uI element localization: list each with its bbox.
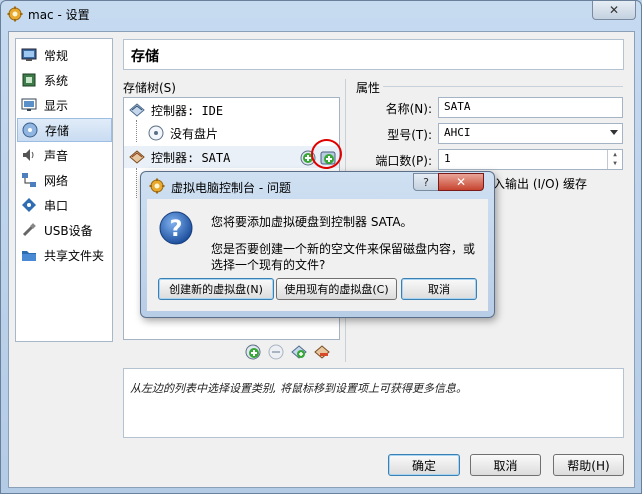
sidebar-item-label: 存储 xyxy=(45,123,70,138)
dialog-title: 虚拟电脑控制台 - 问题 xyxy=(171,181,291,195)
dialog-close-button[interactable]: ✕ xyxy=(438,173,484,191)
attributes-divider xyxy=(383,86,623,87)
storage-tree-toolbar xyxy=(244,343,336,363)
sidebar-item-serial-port[interactable]: 串口 xyxy=(17,193,112,217)
dialog-message-secondary: 您是否要创建一个新的空文件来保留磁盘内容，或选择一个现有的文件? xyxy=(211,242,476,272)
attributes-label: 属性 xyxy=(356,81,381,95)
ports-spinbox-value: 1 xyxy=(444,152,451,165)
question-icon: ? xyxy=(159,211,193,245)
remove-controller-button[interactable] xyxy=(313,343,331,361)
dialog-message-primary: 您将要添加虚拟硬盘到控制器 SATA。 xyxy=(211,215,413,229)
window-title: mac - 设置 xyxy=(28,8,90,22)
ok-button[interactable]: 确定 xyxy=(388,454,460,476)
page-header: 存储 xyxy=(123,39,624,70)
info-panel: 从左边的列表中选择设置类别, 将鼠标移到设置项上可获得更多信息。 xyxy=(123,368,624,438)
storage-tree-label: 存储树(S) xyxy=(123,81,176,95)
spin-down-icon[interactable]: ▼ xyxy=(608,159,622,168)
gear-icon xyxy=(7,6,23,22)
remove-attachment-button[interactable] xyxy=(267,343,285,361)
sidebar-item-audio[interactable]: 声音 xyxy=(17,143,112,167)
storage-icon xyxy=(21,121,39,139)
tree-connector xyxy=(136,168,137,198)
audio-icon xyxy=(20,146,38,164)
sata-controller-icon xyxy=(129,149,145,165)
network-icon xyxy=(20,171,38,189)
name-label: 名称(N): xyxy=(385,102,432,116)
type-select[interactable]: AHCI xyxy=(438,123,623,144)
ok-button-label: 确定 xyxy=(411,458,436,473)
ports-spin-buttons[interactable]: ▲ ▼ xyxy=(607,150,622,169)
sidebar-item-label: USB设备 xyxy=(44,223,93,238)
help-button-label: 帮助(H) xyxy=(567,458,610,473)
use-existing-disk-button-label: 使用现有的虚拟盘(C) xyxy=(284,283,389,296)
sidebar-item-network[interactable]: 网络 xyxy=(17,168,112,192)
sidebar-item-label: 网络 xyxy=(44,173,69,188)
serial-port-icon xyxy=(20,196,38,214)
ide-controller-icon xyxy=(129,102,145,118)
remove-attachment-icon xyxy=(268,344,284,360)
dialog-help-button[interactable]: ? xyxy=(413,173,439,191)
tree-item-ide-controller[interactable]: 控制器: IDE xyxy=(124,99,339,121)
use-existing-disk-button[interactable]: 使用现有的虚拟盘(C) xyxy=(276,278,397,300)
tree-item-label: 控制器: SATA xyxy=(151,150,231,165)
window-close-button[interactable]: ✕ xyxy=(592,1,636,20)
dialog-cancel-button[interactable]: 取消 xyxy=(401,278,477,300)
sidebar-item-general[interactable]: 常规 xyxy=(17,43,112,67)
sidebar-item-label: 共享文件夹 xyxy=(44,248,105,263)
cancel-button[interactable]: 取消 xyxy=(470,454,541,476)
create-new-disk-button-label: 创建新的虚拟盘(N) xyxy=(169,283,263,296)
ports-spinbox[interactable]: 1 ▲ ▼ xyxy=(438,149,623,170)
ports-label: 端口数(P): xyxy=(375,154,432,168)
system-icon xyxy=(20,71,38,89)
settings-category-list: 常规 系统 显示 存储 声音 网络 串口 USB设备 共享文件夹 xyxy=(15,38,113,342)
shared-folder-icon xyxy=(20,246,38,264)
sidebar-item-storage[interactable]: 存储 xyxy=(17,118,112,142)
title-bar[interactable]: mac - 设置 ✕ xyxy=(1,1,641,27)
type-select-value: AHCI xyxy=(444,126,471,139)
name-field[interactable]: SATA xyxy=(438,97,623,118)
info-text: 从左边的列表中选择设置类别, 将鼠标移到设置项上可获得更多信息。 xyxy=(130,382,467,395)
display-icon xyxy=(20,96,38,114)
help-button[interactable]: 帮助(H) xyxy=(553,454,624,476)
sidebar-item-label: 显示 xyxy=(44,98,69,113)
sidebar-item-system[interactable]: 系统 xyxy=(17,68,112,92)
sidebar-item-label: 声音 xyxy=(44,148,69,163)
sidebar-item-shared-folders[interactable]: 共享文件夹 xyxy=(17,243,112,267)
sidebar-item-display[interactable]: 显示 xyxy=(17,93,112,117)
spin-up-icon[interactable]: ▲ xyxy=(608,150,622,159)
gear-icon xyxy=(149,178,165,194)
add-attachment-icon xyxy=(245,344,261,360)
tree-item-label: 控制器: IDE xyxy=(151,103,224,118)
cd-icon xyxy=(148,125,164,141)
create-new-disk-button[interactable]: 创建新的虚拟盘(N) xyxy=(158,278,274,300)
add-controller-icon xyxy=(291,345,307,359)
add-controller-button[interactable] xyxy=(290,343,308,361)
name-field-value: SATA xyxy=(444,100,471,113)
chevron-down-icon xyxy=(610,130,618,135)
sidebar-item-label: 常规 xyxy=(44,48,69,63)
question-dialog: 虚拟电脑控制台 - 问题 ? ✕ ? 您将要添加虚拟硬盘到控制器 SATA。 您… xyxy=(140,171,495,318)
add-attachment-button[interactable] xyxy=(244,343,262,361)
tree-item-label: 没有盘片 xyxy=(170,126,219,141)
cancel-button-label: 取消 xyxy=(493,458,518,473)
tree-item-empty-disc[interactable]: 没有盘片 xyxy=(124,122,339,144)
usb-icon xyxy=(20,221,38,239)
sidebar-item-label: 系统 xyxy=(44,73,69,88)
page-title: 存储 xyxy=(131,49,159,65)
dialog-body: ? 您将要添加虚拟硬盘到控制器 SATA。 您是否要创建一个新的空文件来保留磁盘… xyxy=(147,199,488,311)
dialog-cancel-button-label: 取消 xyxy=(428,283,450,296)
remove-controller-icon xyxy=(314,345,330,359)
type-label: 型号(T): xyxy=(387,128,432,142)
general-icon xyxy=(20,46,38,64)
sidebar-item-usb[interactable]: USB设备 xyxy=(17,218,112,242)
svg-text:?: ? xyxy=(170,217,183,242)
sidebar-item-label: 串口 xyxy=(44,198,69,213)
